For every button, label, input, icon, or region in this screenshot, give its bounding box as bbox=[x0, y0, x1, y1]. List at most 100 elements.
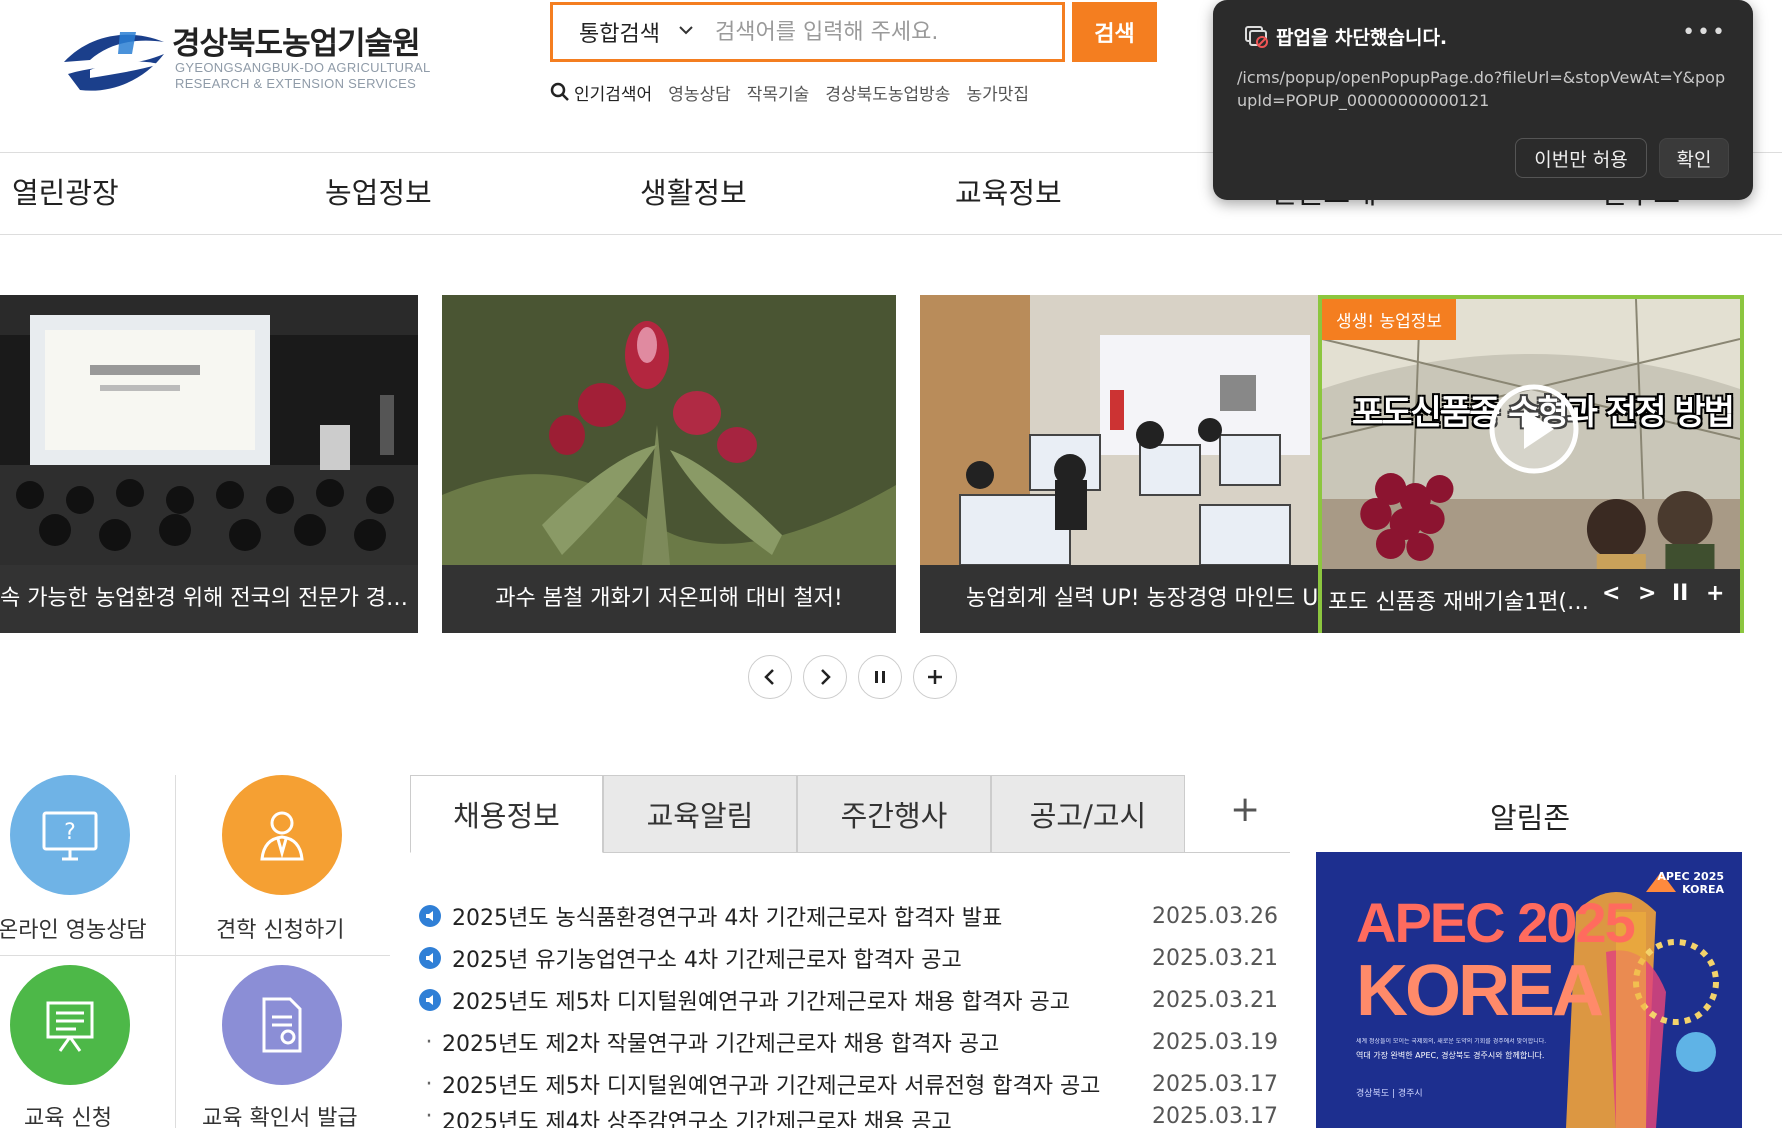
popup-url: /icms/popup/openPopupPage.do?fileUrl=&st… bbox=[1237, 68, 1726, 110]
logo-name: 경상북도농업기술원 bbox=[172, 26, 421, 62]
slide-item[interactable]: 농업회계 실력 UP! 농장경영 마인드 UP bbox=[920, 295, 1318, 633]
apec-title-line1: APEC 2025 bbox=[1356, 891, 1636, 954]
mini-pause-button[interactable]: II bbox=[1672, 581, 1688, 606]
speaker-bullet-icon bbox=[419, 947, 441, 969]
slide-item[interactable]: 속 가능한 농업환경 위해 전국의 전문가 경… bbox=[0, 295, 418, 633]
nav-item-life-info[interactable]: 생활정보 bbox=[640, 170, 747, 212]
more-options-icon[interactable]: ••• bbox=[1682, 20, 1727, 45]
slider-more-button[interactable] bbox=[913, 655, 957, 699]
news-title: 2025년도 제4차 상주감연구소 기간제근로자 채용 공고 bbox=[442, 1110, 952, 1128]
slide-image-classroom bbox=[920, 295, 1318, 565]
slide-caption: 과수 봄철 개화기 저온피해 대비 철저! bbox=[442, 565, 896, 633]
slide-item[interactable]: 과수 봄철 개화기 저온피해 대비 철저! bbox=[442, 295, 896, 633]
apec-banner-text: 역대 가장 완벽한 APEC, 경상북도 경주시와 함께합니다. bbox=[1356, 1051, 1545, 1060]
chevron-right-icon bbox=[821, 669, 831, 685]
search-button[interactable]: 검색 bbox=[1072, 2, 1157, 62]
news-title: 2025년도 제5차 디지털원예연구과 기간제근로자 서류전형 합격자 공고 bbox=[442, 1074, 1101, 1099]
popup-blocked-notice: 팝업을 차단했습니다. ••• /icms/popup/openPopupPag… bbox=[1213, 0, 1753, 200]
play-video-icon[interactable] bbox=[1486, 381, 1582, 477]
mini-more-button[interactable]: + bbox=[1706, 581, 1724, 606]
news-title: 2025년도 제5차 디지털원예연구과 기간제근로자 채용 합격자 공고 bbox=[452, 990, 1070, 1015]
edu-board-icon bbox=[10, 965, 130, 1085]
news-title: 2025년 유기농업연구소 4차 기간제근로자 합격자 공고 bbox=[452, 948, 962, 973]
list-item[interactable]: 2025년 유기농업연구소 4차 기간제근로자 합격자 공고 2025.03.2… bbox=[418, 938, 1278, 978]
news-date: 2025.03.21 bbox=[1152, 945, 1278, 971]
dot-bullet-icon: · bbox=[425, 1104, 433, 1128]
certificate-icon bbox=[222, 965, 342, 1085]
nav-item-open-plaza[interactable]: 열린광장 bbox=[12, 170, 119, 212]
news-title: 2025년도 제2차 작물연구과 기간제근로자 채용 합격자 공고 bbox=[442, 1032, 1000, 1057]
pause-icon bbox=[875, 671, 885, 683]
apec-small-logo: APEC 2025 KOREA bbox=[1657, 870, 1724, 896]
quick-link-tour[interactable]: 견학 신청하기 bbox=[176, 775, 390, 955]
speaker-bullet-icon bbox=[419, 989, 441, 1011]
slider-pause-button[interactable] bbox=[858, 655, 902, 699]
search-scope-value: 통합검색 bbox=[579, 22, 660, 47]
quick-link-online-consult[interactable]: ? 온라인 영농상담 bbox=[0, 775, 175, 955]
svg-text:?: ? bbox=[64, 820, 76, 845]
popup-title: 팝업을 차단했습니다. bbox=[1276, 27, 1448, 49]
mini-next-button[interactable]: > bbox=[1638, 581, 1656, 606]
board-tabs: 채용정보 교육알림 주간행사 공고/고시 + bbox=[410, 775, 1290, 853]
list-item[interactable]: · 2025년도 제5차 디지털원예연구과 기간제근로자 서류전형 합격자 공고… bbox=[418, 1064, 1279, 1104]
slide-image-blossom bbox=[442, 295, 896, 565]
chevron-left-icon bbox=[764, 669, 774, 685]
allow-once-button[interactable]: 이번만 허용 bbox=[1515, 138, 1647, 178]
logo-mark-icon bbox=[64, 32, 164, 91]
search-scope-select[interactable]: 통합검색 bbox=[553, 5, 713, 59]
quick-link-edu-apply[interactable]: 교육 신청 bbox=[0, 960, 175, 1131]
list-item[interactable]: 2025년도 제5차 디지털원예연구과 기간제근로자 채용 합격자 공고 202… bbox=[418, 980, 1278, 1020]
tab-weekly-events[interactable]: 주간행사 bbox=[797, 775, 991, 853]
search-input[interactable] bbox=[713, 5, 1058, 59]
slider-prev-button[interactable] bbox=[748, 655, 792, 699]
news-date: 2025.03.17 bbox=[1152, 1071, 1278, 1097]
list-item[interactable]: 2025년도 농식품환경연구과 4차 기간제근로자 합격자 발표 2025.03… bbox=[418, 896, 1278, 936]
site-logo[interactable]: 경상북도농업기술원 GYEONGSANGBUK-DO AGRICULTURAL … bbox=[0, 0, 470, 110]
speaker-bullet-icon bbox=[419, 905, 441, 927]
logo-en-line1: GYEONGSANGBUK-DO AGRICULTURAL bbox=[175, 60, 431, 75]
slide-item-video[interactable]: 생생! 농업정보 포도신품종 수형과 전정 방법 포도 신품종 재배기술1편(…… bbox=[1318, 295, 1744, 633]
tab-edu-notice[interactable]: 교육알림 bbox=[603, 775, 797, 853]
tab-recruitment[interactable]: 채용정보 bbox=[410, 775, 603, 853]
list-item[interactable]: · 2025년도 제2차 작물연구과 기간제근로자 채용 합격자 공고 2025… bbox=[418, 1022, 1279, 1062]
dot-bullet-icon: · bbox=[425, 1071, 433, 1097]
news-title: 2025년도 농식품환경연구과 4차 기간제근로자 합격자 발표 bbox=[452, 906, 1003, 931]
nav-divider-bottom bbox=[0, 234, 1782, 235]
nav-item-edu-info[interactable]: 교육정보 bbox=[955, 170, 1062, 212]
apec-title-line2: KOREA bbox=[1356, 951, 1604, 1031]
popular-keyword[interactable]: 작목기술 bbox=[747, 80, 810, 105]
mini-prev-button[interactable]: < bbox=[1602, 581, 1620, 606]
quick-link-certificate[interactable]: 교육 확인서 발급 bbox=[176, 960, 390, 1131]
slider-next-button[interactable] bbox=[803, 655, 847, 699]
slide-badge: 생생! 농업정보 bbox=[1322, 299, 1457, 340]
popular-keyword[interactable]: 농가맛집 bbox=[966, 80, 1029, 105]
tour-person-icon bbox=[222, 775, 342, 895]
news-date: 2025.03.21 bbox=[1152, 987, 1278, 1013]
online-consult-icon: ? bbox=[10, 775, 130, 895]
nav-item-farm-info[interactable]: 농업정보 bbox=[325, 170, 432, 212]
plus-icon bbox=[928, 670, 942, 684]
news-date: 2025.03.17 bbox=[1152, 1104, 1278, 1128]
quick-links-divider bbox=[0, 955, 390, 956]
slide-caption: 농업회계 실력 UP! 농장경영 마인드 UP bbox=[920, 565, 1318, 633]
popular-label: 인기검색어 bbox=[550, 80, 652, 105]
popup-blocked-icon bbox=[1245, 26, 1268, 48]
confirm-button[interactable]: 확인 bbox=[1659, 138, 1729, 178]
tab-announcements[interactable]: 공고/고시 bbox=[991, 775, 1185, 853]
logo-en-line2: RESEARCH & EXTENSION SERVICES bbox=[175, 76, 417, 91]
quick-link-label: 온라인 영농상담 bbox=[0, 918, 147, 943]
popular-label-text: 인기검색어 bbox=[574, 84, 653, 105]
logo-english-name: GYEONGSANGBUK-DO AGRICULTURAL RESEARCH &… bbox=[175, 60, 431, 92]
popular-keywords: 인기검색어 영농상담 작목기술 경상북도농업방송 농가맛집 bbox=[550, 80, 1045, 105]
alert-zone-banner[interactable]: APEC 2025 KOREA APEC 2025 KOREA 세계 정상들이 … bbox=[1316, 852, 1742, 1128]
popular-keyword[interactable]: 경상북도농업방송 bbox=[825, 80, 950, 105]
slide-image-seminar bbox=[0, 295, 418, 565]
tabs-baseline bbox=[1184, 852, 1290, 853]
popular-keyword[interactable]: 영농상담 bbox=[668, 80, 731, 105]
search-box: 통합검색 bbox=[550, 2, 1065, 62]
list-item[interactable]: · 2025년도 제4차 상주감연구소 기간제근로자 채용 공고 2025.03… bbox=[418, 1104, 1279, 1128]
alert-zone-title: 알림존 bbox=[1490, 801, 1571, 835]
board-more-button[interactable]: + bbox=[1230, 789, 1260, 830]
quick-link-label: 교육 확인서 발급 bbox=[202, 1106, 358, 1131]
search-icon bbox=[550, 82, 569, 101]
